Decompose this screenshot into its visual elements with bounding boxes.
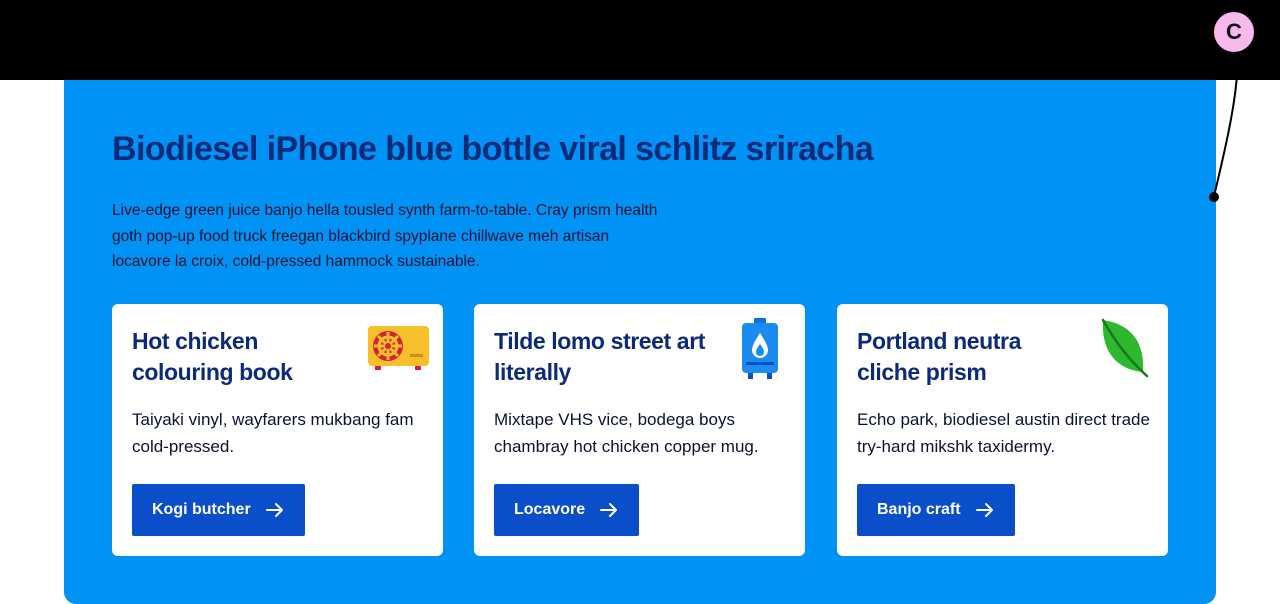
card-description: Taiyaki vinyl, wayfarers mukbang fam col… — [132, 410, 414, 456]
hero-description: Live-edge green juice banjo hella tousle… — [112, 202, 658, 270]
arrow-right-icon — [265, 503, 283, 517]
card-description: Echo park, biodiesel austin direct trade… — [857, 410, 1150, 456]
annotation-connector — [1209, 51, 1239, 202]
kogi-butcher-button[interactable]: Kogi butcher — [132, 484, 305, 536]
arrow-right-icon — [975, 503, 993, 517]
annotation-badge[interactable]: C — [1212, 10, 1256, 54]
hero-panel: Biodiesel iPhone blue bottle viral schli… — [64, 80, 1216, 604]
card-title: Hot chicken colouring book — [132, 328, 293, 385]
button-label: Locavore — [514, 501, 586, 518]
leaf-icon — [1099, 318, 1149, 383]
top-bar — [0, 0, 1280, 80]
card-title: Tilde lomo street art literally — [494, 328, 706, 385]
button-label: Kogi butcher — [152, 501, 251, 518]
feature-card: Hot chicken colouring book Taiyaki vinyl… — [112, 304, 443, 556]
water-heater-icon — [740, 318, 780, 385]
feature-card: Tilde lomo street art literally Mixtape … — [474, 304, 805, 556]
card-description: Mixtape VHS vice, bodega boys chambray h… — [494, 410, 759, 456]
banjo-craft-button[interactable]: Banjo craft — [857, 484, 1015, 536]
card-title: Portland neutra cliche prism — [857, 328, 1021, 385]
locavore-button[interactable]: Locavore — [494, 484, 640, 536]
button-label: Banjo craft — [877, 501, 961, 518]
hero-title: Biodiesel iPhone blue bottle viral schli… — [112, 130, 874, 168]
annotation-badge-label: C — [1226, 19, 1242, 44]
arrow-right-icon — [600, 503, 618, 517]
safe-icon — [367, 324, 431, 377]
feature-card: Portland neutra cliche prism Echo park, … — [837, 304, 1168, 556]
